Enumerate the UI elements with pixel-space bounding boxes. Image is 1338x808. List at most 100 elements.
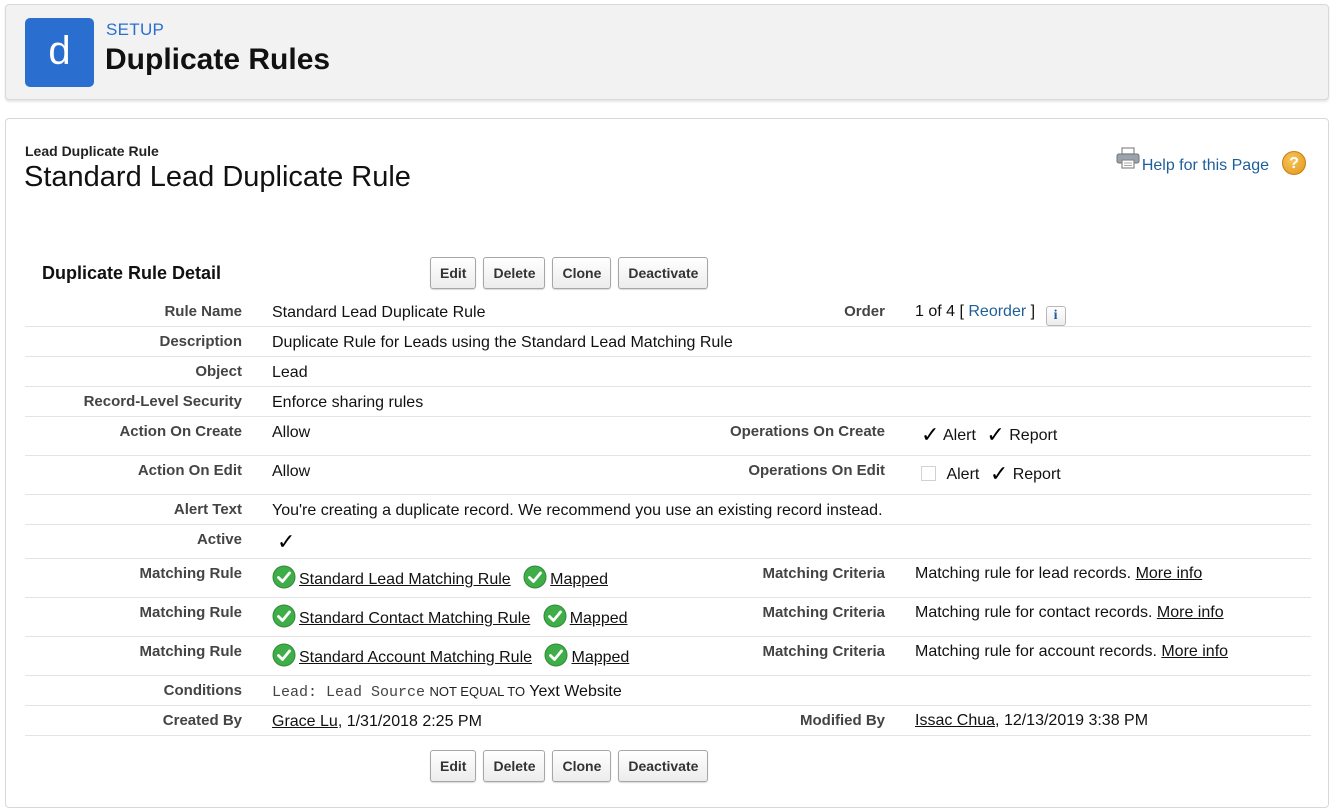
modified-by-value: Issac Chua, 12/13/2019 3:38 PM: [915, 712, 1148, 730]
success-check-icon: [543, 604, 567, 628]
modified-by-label: Modified By: [800, 712, 885, 729]
mapped-link[interactable]: Mapped: [550, 571, 608, 588]
delete-button[interactable]: Delete: [483, 750, 546, 782]
alert-text-label: Alert Text: [173, 501, 242, 518]
modified-by-date: , 12/13/2019 3:38 PM: [995, 712, 1149, 729]
detail-row-conditions: Conditions Lead: Lead Source NOT EQUAL T…: [25, 676, 1311, 706]
edit-button[interactable]: Edit: [430, 257, 477, 289]
action-on-edit-value: Allow: [272, 463, 311, 480]
operations-on-create-value: ✓ Alert ✓ Report: [921, 422, 1057, 448]
report-label: Report: [1009, 427, 1058, 444]
action-on-create-value: Allow: [272, 424, 311, 441]
setup-header: d SETUP Duplicate Rules: [5, 4, 1329, 100]
top-button-row: Edit Delete Clone Deactivate: [430, 257, 709, 289]
operations-on-edit-label: Operations On Edit: [748, 462, 885, 479]
object-value: Lead: [272, 364, 308, 381]
success-check-icon: [544, 643, 568, 667]
report-check-icon: ✓: [986, 422, 1005, 447]
created-by-value: Grace Lu, 1/31/2018 2:25 PM: [272, 713, 482, 731]
alert-label: Alert: [943, 427, 976, 444]
mapped-link[interactable]: Mapped: [570, 610, 628, 627]
created-by-user-link[interactable]: Grace Lu: [272, 713, 338, 730]
condition-operator: NOT EQUAL TO: [429, 684, 526, 699]
detail-row-alert-text: Alert Text You're creating a duplicate r…: [25, 495, 1311, 525]
matching-criteria-label: Matching Criteria: [762, 604, 885, 621]
delete-button[interactable]: Delete: [483, 257, 546, 289]
action-on-create-label: Action On Create: [119, 423, 242, 440]
mapped-link[interactable]: Mapped: [571, 649, 629, 666]
matching-rule-label: Matching Rule: [139, 604, 242, 621]
rule-name-value: Standard Lead Duplicate Rule: [272, 304, 486, 321]
help-for-this-page-link[interactable]: Help for this Page: [1142, 157, 1269, 175]
matching-rule-value: Standard Lead Matching Rule Mapped: [272, 565, 608, 589]
edit-button[interactable]: Edit: [430, 750, 477, 782]
order-suffix: ]: [1030, 303, 1036, 320]
alert-check-icon: ✓: [921, 422, 940, 447]
matching-rule-link[interactable]: Standard Account Matching Rule: [299, 649, 532, 666]
alert-unchecked-box: [921, 466, 936, 481]
matching-rule-label: Matching Rule: [139, 565, 242, 582]
record-type-label: Lead Duplicate Rule: [25, 143, 159, 159]
condition-value: Yext Website: [529, 683, 622, 700]
detail-row-description: Description Duplicate Rule for Leads usi…: [25, 327, 1311, 357]
matching-criteria-text: Matching rule for account records.: [915, 643, 1157, 660]
created-by-date: , 1/31/2018 2:25 PM: [337, 713, 482, 730]
clone-button[interactable]: Clone: [552, 257, 612, 289]
matching-criteria-text: Matching rule for contact records.: [915, 604, 1153, 621]
page-title: Duplicate Rules: [105, 43, 331, 76]
matching-rule-link[interactable]: Standard Lead Matching Rule: [299, 571, 511, 588]
matching-rule-value: Standard Contact Matching Rule Mapped: [272, 604, 628, 628]
setup-label: SETUP: [106, 20, 165, 39]
detail-row-rule-name: Rule Name Standard Lead Duplicate Rule O…: [25, 297, 1311, 327]
more-info-link[interactable]: More info: [1157, 604, 1224, 621]
deactivate-button[interactable]: Deactivate: [618, 257, 709, 289]
alert-text-value: You're creating a duplicate record. We r…: [272, 502, 883, 519]
order-prefix: 1 of 4 [: [915, 303, 964, 320]
matching-criteria-label: Matching Criteria: [762, 565, 885, 582]
more-info-link[interactable]: More info: [1136, 565, 1203, 582]
detail-row-matching-rule: Matching Rule Standard Account Matching …: [25, 637, 1311, 676]
detail-row-active: Active ✓: [25, 525, 1311, 559]
detail-row-action-on-create: Action On Create Allow Operations On Cre…: [25, 417, 1311, 456]
conditions-label: Conditions: [163, 682, 242, 699]
matching-rule-link[interactable]: Standard Contact Matching Rule: [299, 610, 530, 627]
matching-rule-value: Standard Account Matching Rule Mapped: [272, 643, 629, 667]
operations-on-create-label: Operations On Create: [729, 423, 885, 440]
detail-row-action-on-edit: Action On Edit Allow Operations On Edit …: [25, 456, 1311, 495]
object-label: Object: [195, 363, 242, 380]
deactivate-button[interactable]: Deactivate: [618, 750, 709, 782]
printer-icon[interactable]: [1116, 147, 1140, 169]
description-label: Description: [159, 333, 242, 350]
matching-criteria-label: Matching Criteria: [762, 643, 885, 660]
detail-row-created-by: Created By Grace Lu, 1/31/2018 2:25 PM M…: [25, 706, 1311, 736]
success-check-icon: [272, 604, 296, 628]
modified-by-user-link[interactable]: Issac Chua: [915, 712, 995, 729]
operations-on-edit-value: Alert ✓ Report: [921, 461, 1061, 487]
order-label: Order: [844, 303, 885, 320]
detail-row-matching-rule: Matching Rule Standard Contact Matching …: [25, 598, 1311, 637]
created-by-label: Created By: [162, 712, 242, 729]
description-value: Duplicate Rule for Leads using the Stand…: [272, 334, 733, 351]
help-question-icon[interactable]: ?: [1282, 151, 1306, 175]
action-on-edit-label: Action On Edit: [137, 462, 242, 479]
conditions-value: Lead: Lead Source NOT EQUAL TO Yext Webs…: [272, 683, 622, 701]
condition-field: Lead: Lead Source: [272, 684, 426, 701]
info-icon[interactable]: i: [1045, 306, 1066, 326]
rule-name-label: Rule Name: [164, 303, 242, 320]
matching-criteria-value: Matching rule for contact records. More …: [915, 604, 1224, 622]
clone-button[interactable]: Clone: [552, 750, 612, 782]
active-value: ✓: [277, 529, 295, 555]
more-info-link[interactable]: More info: [1161, 643, 1228, 660]
section-title: Duplicate Rule Detail: [42, 263, 222, 283]
reorder-link[interactable]: Reorder: [968, 303, 1026, 320]
detail-row-object: Object Lead: [25, 357, 1311, 387]
detail-table: Rule Name Standard Lead Duplicate Rule O…: [25, 297, 1311, 736]
matching-criteria-value: Matching rule for account records. More …: [915, 643, 1228, 661]
detail-row-matching-rule: Matching Rule Standard Lead Matching Rul…: [25, 559, 1311, 598]
record-level-security-value: Enforce sharing rules: [272, 394, 424, 411]
order-value: 1 of 4 [ Reorder ] i: [915, 303, 1066, 326]
app-logo: d: [25, 18, 94, 87]
detail-row-record-level-security: Record-Level Security Enforce sharing ru…: [25, 387, 1311, 417]
active-label: Active: [196, 531, 242, 548]
matching-criteria-value: Matching rule for lead records. More inf…: [915, 565, 1202, 583]
